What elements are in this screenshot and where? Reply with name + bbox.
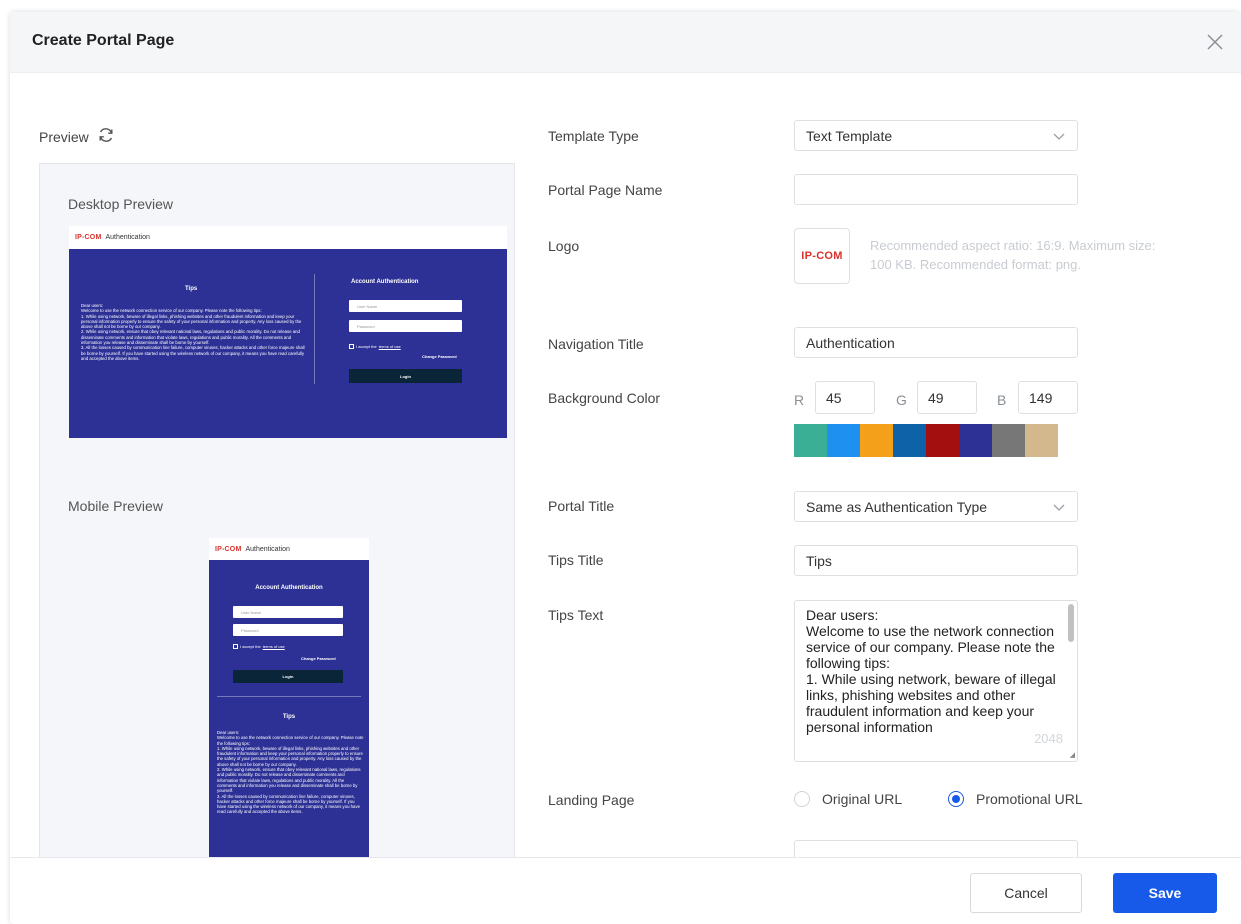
chevron-down-icon [1053, 133, 1065, 140]
preview-label: Preview [39, 128, 89, 145]
landing-page-label: Landing Page [548, 792, 635, 808]
logo-image: IP-COM [801, 250, 843, 262]
preview-login-button: Login [349, 369, 462, 383]
preview-tips-text: Dear users: Welcome to use the network c… [81, 303, 305, 361]
desktop-preview: IP-COM Authentication Tips Dear users: W… [69, 226, 507, 438]
mobile-logo: IP-COM [215, 545, 242, 553]
preview-username-field: User Name [349, 300, 462, 312]
mobile-nav-bar: IP-COM Authentication [209, 538, 369, 560]
radio-promotional-icon[interactable] [948, 791, 964, 807]
color-swatch[interactable] [860, 424, 893, 457]
mobile-tips-title: Tips [282, 714, 296, 720]
navigation-title-input[interactable]: Authentication [794, 327, 1078, 358]
g-label: G [896, 392, 907, 408]
preview-nav-title: Authentication [105, 234, 150, 241]
color-swatch[interactable] [1025, 424, 1058, 457]
preview-divider [314, 274, 315, 384]
template-type-value: Text Template [806, 127, 893, 144]
preview-agree-text: I accept the [356, 344, 377, 349]
portal-page-name-input[interactable] [794, 174, 1078, 205]
color-swatch[interactable] [992, 424, 1025, 457]
g-input[interactable]: 49 [917, 381, 977, 414]
preview-panel: Desktop Preview IP-COM Authentication Ti… [39, 163, 515, 857]
radio-original-icon[interactable] [794, 791, 810, 807]
preview-account-title: Account Authentication [351, 279, 419, 285]
mobile-preview-label: Mobile Preview [68, 498, 163, 514]
chevron-down-icon [1053, 504, 1065, 511]
mobile-checkbox [233, 644, 238, 649]
portal-page-name-label: Portal Page Name [548, 182, 663, 198]
mobile-terms: I accept the terms of use [233, 644, 285, 649]
color-swatch[interactable] [893, 424, 926, 457]
preview-terms-link: terms of use [378, 344, 401, 349]
tips-text-area[interactable]: Dear users: Welcome to use the network c… [794, 600, 1078, 762]
mobile-username-field: User Name [233, 606, 343, 618]
color-swatch[interactable] [794, 424, 827, 457]
close-icon[interactable] [1203, 30, 1227, 54]
background-color-label: Background Color [548, 390, 661, 406]
preview-logo: IP-COM [75, 234, 102, 241]
b-input[interactable]: 149 [1018, 381, 1078, 414]
template-type-select[interactable]: Text Template [794, 120, 1078, 151]
preview-terms: I accept the terms of use [349, 344, 401, 349]
color-swatch[interactable] [959, 424, 992, 457]
dialog-title: Create Portal Page [32, 32, 175, 49]
logo-hint: Recommended aspect ratio: 16:9. Maximum … [870, 238, 1156, 272]
preview-change-password: Change Password [422, 354, 457, 359]
color-swatch[interactable] [926, 424, 959, 457]
portal-title-select[interactable]: Same as Authentication Type [794, 491, 1078, 522]
preview-nav-bar: IP-COM Authentication [69, 226, 507, 249]
resize-grip-icon[interactable]: ◢ [1070, 751, 1075, 759]
radio-original-label: Original URL [822, 791, 903, 807]
mobile-agree-text: I accept the [240, 644, 261, 649]
mobile-account-title: Account Authentication [255, 585, 323, 591]
radio-promotional-url[interactable]: Promotional URL [948, 791, 1083, 807]
color-swatch[interactable] [827, 424, 860, 457]
tips-title-input[interactable]: Tips [794, 545, 1078, 576]
mobile-login-button: Login [233, 670, 343, 683]
b-label: B [997, 392, 1007, 408]
r-input[interactable]: 45 [815, 381, 875, 414]
mobile-preview: IP-COM Authentication Account Authentica… [209, 538, 369, 857]
mobile-password-field: Password [233, 624, 343, 636]
tips-text-content: Dear users: Welcome to use the network c… [806, 607, 1056, 735]
mobile-change-password: Change Password [301, 656, 336, 661]
portal-title-label: Portal Title [548, 498, 615, 514]
r-label: R [794, 392, 805, 408]
navigation-title-label: Navigation Title [548, 336, 644, 352]
dialog-footer: Cancel Save [10, 857, 1241, 924]
refresh-icon[interactable] [97, 126, 115, 147]
logo-upload[interactable]: IP-COM [794, 228, 850, 284]
preview-checkbox [349, 344, 354, 349]
color-swatches [794, 424, 1058, 457]
desktop-preview-label: Desktop Preview [68, 196, 174, 212]
mobile-divider [217, 696, 361, 697]
mobile-nav-title: Authentication [245, 545, 290, 553]
textarea-scrollbar[interactable] [1068, 604, 1074, 642]
mobile-tips-text: Dear users: Welcome to use the network c… [217, 730, 364, 815]
preview-password-field: Password [349, 320, 462, 332]
tips-text-label: Tips Text [548, 607, 604, 623]
tips-text-counter: 2048 [1034, 731, 1063, 746]
radio-original-url[interactable]: Original URL [794, 791, 902, 807]
tips-title-label: Tips Title [548, 552, 604, 568]
template-type-label: Template Type [548, 128, 639, 144]
dialog-header: Create Portal Page [10, 12, 1241, 73]
promotional-url-input[interactable] [794, 840, 1078, 857]
cancel-button[interactable]: Cancel [970, 873, 1082, 913]
save-button[interactable]: Save [1113, 873, 1217, 913]
logo-label: Logo [548, 238, 580, 254]
dialog-body: Preview Desktop Preview IP-COM Authentic… [10, 74, 1241, 857]
create-portal-dialog: Create Portal Page Preview Desktop Previ… [10, 12, 1241, 924]
radio-promotional-label: Promotional URL [976, 791, 1083, 807]
preview-tips-title: Tips [185, 286, 198, 292]
preview-heading: Preview [39, 126, 115, 147]
portal-title-value: Same as Authentication Type [806, 498, 988, 515]
mobile-terms-link: terms of use [262, 644, 285, 649]
